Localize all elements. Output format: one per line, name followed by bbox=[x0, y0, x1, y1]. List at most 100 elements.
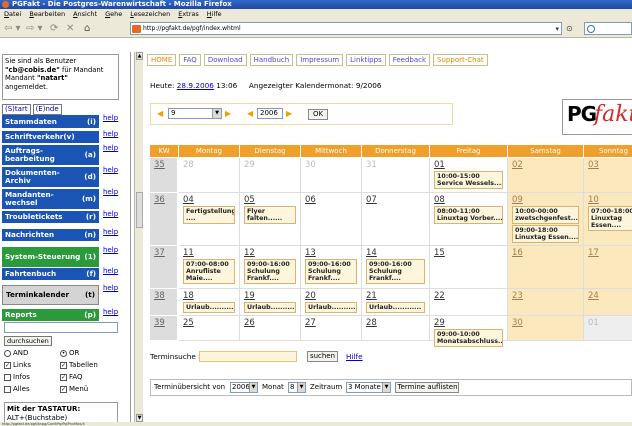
checkbox-infos[interactable] bbox=[4, 374, 11, 381]
sidebar-item-8[interactable]: Fahrtenbuch (f) bbox=[2, 268, 99, 280]
calendar-day[interactable]: 02 bbox=[508, 158, 584, 193]
sidebar-item-5[interactable]: Troubletickets (r) bbox=[2, 211, 99, 223]
sidebar-help-link[interactable]: help bbox=[103, 144, 118, 152]
calendar-day-number[interactable]: 22 bbox=[434, 291, 503, 301]
calendar-day-number[interactable]: 30 bbox=[305, 160, 357, 170]
calendar-day[interactable]: 17 bbox=[584, 246, 632, 289]
calendar-day-number[interactable]: 29 bbox=[434, 318, 503, 328]
calendar-day[interactable]: 30 bbox=[301, 158, 362, 193]
calendar-day[interactable]: 29 09:00-10:00 Monatsabschluss.... bbox=[430, 316, 508, 347]
go-icon[interactable]: ⊙ bbox=[566, 24, 573, 33]
uebersicht-year-dropdown-icon[interactable]: ▼ bbox=[249, 383, 257, 392]
calendar-event[interactable]: Urlaub............ bbox=[305, 302, 357, 313]
prev-month-icon[interactable]: ◀ bbox=[157, 109, 163, 118]
calendar-day[interactable]: 13 09:00-16:00 Schulung Frankf.... bbox=[301, 246, 362, 289]
sidebar-item-4[interactable]: Mandanten-wechsel (m) bbox=[2, 189, 99, 209]
next-month-icon[interactable]: ▶ bbox=[225, 109, 231, 118]
scroll-down-icon[interactable]: ▼ bbox=[136, 414, 143, 422]
browser-search-box[interactable] bbox=[584, 22, 632, 35]
calendar-week-number[interactable]: 35 bbox=[150, 158, 178, 193]
menu-datei[interactable]: Datei bbox=[4, 9, 21, 20]
calendar-day-number[interactable]: 10 bbox=[588, 195, 632, 205]
calendar-event[interactable]: 08:00-11:00 Linuxtag Vorber.... bbox=[434, 206, 503, 224]
calendar-day-number[interactable]: 04 bbox=[183, 195, 235, 205]
calendar-day[interactable]: 31 bbox=[362, 158, 430, 193]
calendar-day-number[interactable]: 14 bbox=[366, 248, 425, 258]
calendar-day-number[interactable]: 02 bbox=[512, 160, 579, 170]
calendar-day[interactable]: 28 bbox=[179, 158, 240, 193]
home-icon[interactable]: ⌂ bbox=[84, 23, 90, 35]
sidebar-item-2[interactable]: Auftrags-bearbeitung (a) bbox=[2, 145, 99, 165]
tab-ende[interactable]: (E)nde bbox=[32, 104, 62, 115]
menu-hilfe[interactable]: Hilfe bbox=[207, 9, 222, 20]
durchsuchen-button[interactable]: durchsuchen bbox=[4, 336, 52, 346]
next-year-icon[interactable]: ▶ bbox=[286, 109, 292, 118]
calendar-event[interactable]: 09:00-16:00 Schulung Frankf.... bbox=[305, 259, 357, 284]
calendar-event[interactable]: 09:00-16:00 Schulung Frankf.... bbox=[366, 259, 425, 284]
terminsuche-input[interactable] bbox=[199, 351, 297, 362]
calendar-event[interactable]: 07:00-08:00 Anrufliste Maie.... bbox=[183, 259, 235, 284]
option-infos[interactable]: Infos bbox=[4, 373, 30, 382]
calendar-day[interactable]: 20 Urlaub............ bbox=[301, 289, 362, 316]
calendar-day-number[interactable]: 28 bbox=[183, 160, 235, 170]
calendar-day-number[interactable]: 20 bbox=[305, 291, 357, 301]
calendar-day[interactable]: 10 07:00-18:00 Linuxtag Essen.... bbox=[584, 193, 632, 246]
checkbox-faq[interactable]: ✓ bbox=[60, 374, 67, 381]
nav-download[interactable]: Download bbox=[203, 54, 247, 66]
menu-gehe[interactable]: Gehe bbox=[105, 9, 122, 20]
sidebar-item-7[interactable]: System-Steuerung (1) bbox=[2, 247, 99, 267]
stop-icon[interactable]: ✕ bbox=[66, 23, 74, 35]
ok-button[interactable]: OK bbox=[308, 109, 328, 120]
calendar-event[interactable]: Fertigstellung.... bbox=[183, 206, 235, 224]
calendar-day[interactable]: 04 Fertigstellung.... bbox=[179, 193, 240, 246]
year-input[interactable]: 2006 bbox=[257, 108, 283, 119]
sidebar-item-1[interactable]: Schriftverkehr(v) bbox=[2, 131, 99, 143]
calendar-day-number[interactable]: 27 bbox=[305, 318, 357, 328]
calendar-day-number[interactable]: 13 bbox=[305, 248, 357, 258]
calendar-day-number[interactable]: 28 bbox=[366, 318, 425, 328]
calendar-day[interactable]: 11 07:00-08:00 Anrufliste Maie.... bbox=[179, 246, 240, 289]
calendar-day[interactable]: 21 Urlaub............ bbox=[362, 289, 430, 316]
nav-support-chat[interactable]: Support-Chat bbox=[433, 54, 488, 66]
calendar-day[interactable]: 12 09:00-16:00 Schulung Frankf.... bbox=[240, 246, 301, 289]
calendar-day[interactable]: 01 10:00-15:00 Service Wessels.... bbox=[430, 158, 508, 193]
sidebar-help-link[interactable]: help bbox=[103, 188, 118, 196]
tab-start[interactable]: (S)tart bbox=[2, 104, 31, 115]
calendar-day-number[interactable]: 31 bbox=[366, 160, 425, 170]
option-faq[interactable]: ✓ FAQ bbox=[60, 373, 83, 382]
uebersicht-month-dropdown-icon[interactable]: ▼ bbox=[297, 383, 305, 392]
option-links[interactable]: ✓ Links bbox=[4, 361, 31, 370]
radio-or[interactable]: • bbox=[60, 350, 67, 357]
option-menu[interactable]: ✓ Menü bbox=[60, 385, 88, 394]
checkbox-menu[interactable]: ✓ bbox=[60, 386, 67, 393]
sidebar-help-link[interactable]: help bbox=[103, 210, 118, 218]
calendar-event[interactable]: 09:00-18:00 Linuxtag Essen..... bbox=[512, 225, 579, 243]
calendar-day-number[interactable]: 23 bbox=[512, 291, 579, 301]
option-tabellen[interactable]: ✓ Tabellen bbox=[60, 361, 98, 370]
suchen-button[interactable]: suchen bbox=[307, 351, 338, 362]
calendar-day[interactable]: 23 bbox=[508, 289, 584, 316]
calendar-event[interactable]: 09:00-10:00 Monatsabschluss.... bbox=[434, 329, 503, 347]
calendar-day[interactable]: 15 bbox=[430, 246, 508, 289]
menu-ansicht[interactable]: Ansicht bbox=[73, 9, 97, 20]
calendar-day-number[interactable]: 08 bbox=[434, 195, 503, 205]
option-alles[interactable]: Alles bbox=[4, 385, 30, 394]
uebersicht-zeitraum-dropdown-icon[interactable]: ▼ bbox=[382, 383, 390, 392]
calendar-event[interactable]: Flyer falten...... bbox=[244, 206, 296, 224]
calendar-day[interactable]: 18 Urlaub............ bbox=[179, 289, 240, 316]
checkbox-alles[interactable] bbox=[4, 386, 11, 393]
calendar-day-number[interactable]: 30 bbox=[512, 318, 579, 328]
sidebar-item-10[interactable]: Reports (p) bbox=[2, 309, 99, 321]
calendar-day-number[interactable]: 01 bbox=[434, 160, 503, 170]
calendar-event[interactable]: Urlaub............ bbox=[366, 302, 425, 313]
option-or[interactable]: • OR bbox=[60, 349, 79, 358]
sidebar-help-link[interactable]: help bbox=[103, 267, 118, 275]
calendar-day-number[interactable]: 17 bbox=[588, 248, 632, 258]
calendar-day[interactable]: 16 bbox=[508, 246, 584, 289]
calendar-day[interactable]: 19 Urlaub............ bbox=[240, 289, 301, 316]
checkbox-tabellen[interactable]: ✓ bbox=[60, 362, 67, 369]
calendar-day-number[interactable]: 07 bbox=[366, 195, 425, 205]
calendar-day[interactable]: 08 08:00-11:00 Linuxtag Vorber.... bbox=[430, 193, 508, 246]
calendar-day[interactable]: 05 Flyer falten...... bbox=[240, 193, 301, 246]
calendar-event[interactable]: 10:00-15:00 Service Wessels.... bbox=[434, 171, 503, 189]
